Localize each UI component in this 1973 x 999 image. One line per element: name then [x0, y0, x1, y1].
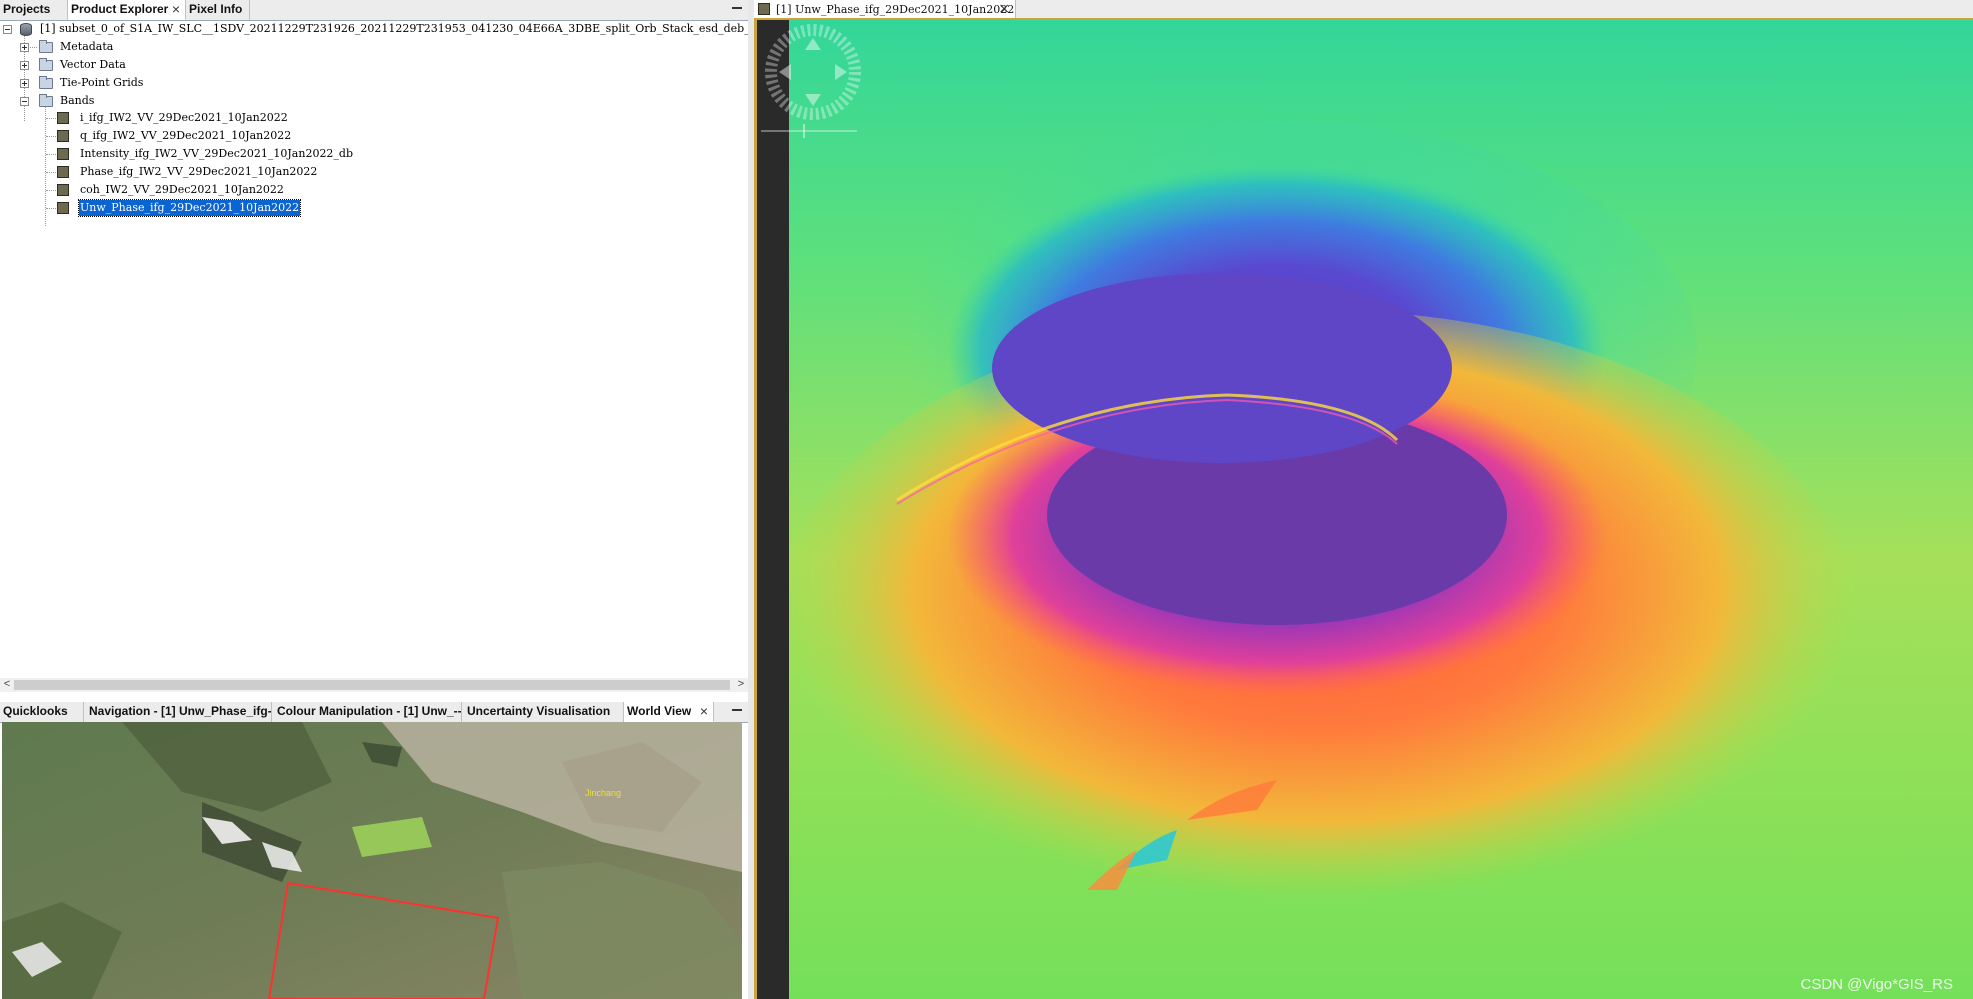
folder-label: Tie-Point Grids	[60, 76, 144, 89]
tab-product-explorer-label: Product Explorer	[71, 2, 169, 16]
tree-guide	[46, 154, 56, 155]
navigation-control[interactable]	[761, 20, 871, 130]
zoom-slider[interactable]	[761, 130, 857, 132]
tree-node-band[interactable]: Phase_ifg_IW2_VV_29Dec2021_10Jan2022	[0, 164, 400, 180]
product-tree: [1] subset_0_of_S1A_IW_SLC__1SDV_2021122…	[0, 21, 806, 680]
band-icon	[57, 184, 69, 196]
scrollbar-thumb[interactable]	[14, 680, 730, 690]
tree-node-tie-point-grids[interactable]: Tie-Point Grids	[0, 75, 400, 91]
scroll-left-icon[interactable]: <	[0, 678, 14, 692]
unwrapped-phase-image	[777, 20, 1973, 999]
tree-node-bands[interactable]: Bands	[0, 93, 400, 109]
folder-label: Bands	[60, 94, 95, 107]
left-panel: Projects Product Explorer × Pixel Info […	[0, 0, 806, 999]
band-label: q_ifg_IW2_VV_29Dec2021_10Jan2022	[80, 129, 292, 142]
minimize-icon[interactable]	[732, 7, 742, 9]
tab-image-view[interactable]: [1] Unw_Phase_ifg_29Dec2021_10Jan2022 ×	[754, 0, 1016, 20]
collapse-icon[interactable]	[3, 25, 12, 34]
tab-quicklooks[interactable]: Quicklooks	[0, 702, 84, 722]
band-icon	[57, 148, 69, 160]
open-folder-icon	[39, 94, 53, 107]
tab-navigation[interactable]: Navigation - [1] Unw_Phase_ifg---	[86, 702, 272, 722]
tab-colour-manipulation[interactable]: Colour Manipulation - [1] Unw_---	[274, 702, 462, 722]
expand-icon[interactable]	[20, 79, 29, 88]
left-dark-strip	[757, 20, 789, 999]
folder-icon	[39, 58, 53, 71]
collapse-icon[interactable]	[20, 97, 29, 106]
tree-guide	[46, 172, 56, 173]
tree-node-metadata[interactable]: Metadata	[0, 39, 400, 55]
tree-node-vector-data[interactable]: Vector Data	[0, 57, 400, 73]
horizontal-scrollbar[interactable]: < >	[0, 678, 748, 692]
close-icon[interactable]: ×	[172, 0, 180, 19]
zoom-slider-handle[interactable]	[803, 124, 805, 138]
band-label: coh_IW2_VV_29Dec2021_10Jan2022	[80, 183, 284, 196]
watermark: CSDN @Vigo*GIS_RS	[1800, 976, 1953, 993]
tree-node-band[interactable]: q_ifg_IW2_VV_29Dec2021_10Jan2022	[0, 128, 400, 144]
tree-guide	[46, 190, 56, 191]
tree-guide	[46, 208, 56, 209]
scroll-right-icon[interactable]: >	[734, 678, 748, 692]
tab-world-view[interactable]: World View ×	[624, 702, 714, 722]
tab-product-explorer[interactable]: Product Explorer ×	[68, 0, 186, 20]
expand-icon[interactable]	[20, 61, 29, 70]
pan-up-icon[interactable]	[805, 38, 821, 50]
product-label: [1] subset_0_of_S1A_IW_SLC__1SDV_2021122…	[40, 22, 806, 35]
band-icon	[57, 130, 69, 142]
tree-node-band-selected[interactable]: Unw_Phase_ifg_29Dec2021_10Jan2022	[0, 199, 400, 217]
top-tab-bar: Projects Product Explorer × Pixel Info	[0, 0, 750, 21]
band-icon	[57, 112, 69, 124]
product-icon	[20, 23, 32, 36]
folder-label: Vector Data	[60, 58, 126, 71]
folder-icon	[39, 76, 53, 89]
image-canvas[interactable]: CSDN @Vigo*GIS_RS	[754, 18, 1973, 999]
image-view-panel: [1] Unw_Phase_ifg_29Dec2021_10Jan2022 ×	[754, 0, 1973, 999]
band-label: Phase_ifg_IW2_VV_29Dec2021_10Jan2022	[80, 165, 318, 178]
tree-node-band[interactable]: i_ifg_IW2_VV_29Dec2021_10Jan2022	[0, 110, 400, 126]
folder-icon	[39, 40, 53, 53]
band-label: Intensity_ifg_IW2_VV_29Dec2021_10Jan2022…	[80, 147, 354, 160]
tree-node-product[interactable]: [1] subset_0_of_S1A_IW_SLC__1SDV_2021122…	[0, 21, 806, 37]
pan-right-icon[interactable]	[835, 64, 847, 80]
folder-label: Metadata	[60, 40, 114, 53]
band-label-selected: Unw_Phase_ifg_29Dec2021_10Jan2022	[77, 199, 302, 217]
world-view-map[interactable]: Jinchang	[2, 722, 742, 999]
close-icon[interactable]: ×	[998, 0, 1010, 19]
tab-projects[interactable]: Projects	[0, 0, 68, 20]
image-tab-label: [1] Unw_Phase_ifg_29Dec2021_10Jan2022	[776, 3, 1015, 16]
expand-icon[interactable]	[20, 43, 29, 52]
tree-node-band[interactable]: coh_IW2_VV_29Dec2021_10Jan2022	[0, 182, 400, 198]
world-view-terrain	[2, 722, 742, 999]
tree-guide	[46, 136, 56, 137]
tree-node-band[interactable]: Intensity_ifg_IW2_VV_29Dec2021_10Jan2022…	[0, 146, 400, 162]
bottom-tab-bar: Quicklooks Navigation - [1] Unw_Phase_if…	[0, 702, 750, 723]
pan-down-icon[interactable]	[805, 94, 821, 106]
band-icon	[758, 3, 770, 15]
tab-uncertainty-visualisation[interactable]: Uncertainty Visualisation	[464, 702, 624, 722]
band-icon	[57, 202, 69, 214]
band-label: i_ifg_IW2_VV_29Dec2021_10Jan2022	[80, 111, 288, 124]
band-icon	[57, 166, 69, 178]
map-place-label: Jinchang	[585, 788, 622, 798]
pan-left-icon[interactable]	[779, 64, 791, 80]
tree-guide	[46, 118, 56, 119]
close-icon[interactable]: ×	[700, 702, 708, 721]
tab-pixel-info[interactable]: Pixel Info	[186, 0, 250, 20]
tab-world-view-label: World View	[627, 704, 692, 718]
minimize-icon[interactable]	[732, 709, 742, 711]
